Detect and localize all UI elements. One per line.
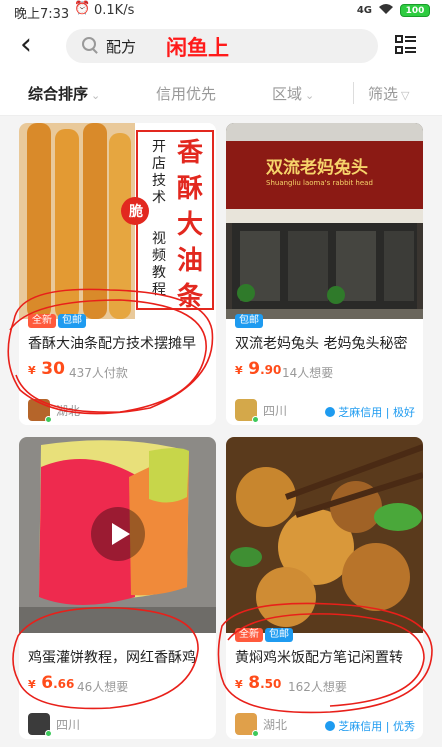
search-input[interactable]: 配方 闲鱼上 xyxy=(66,29,378,63)
price-integer: 9 xyxy=(248,359,261,379)
price-integer: 8 xyxy=(248,673,261,693)
filter-bar: 综合排序 ⌄ 信用优先 区域 ⌄ 筛选 ▽ xyxy=(0,70,442,116)
product-tags: 全新 包邮 xyxy=(235,628,293,642)
seller-info: 湖北 xyxy=(235,713,288,737)
search-query: 配方 xyxy=(106,38,137,56)
status-bar: 晚上7:33 ⏰ 0.1K/s 4G 100 xyxy=(0,0,442,22)
chevron-down-icon: ⌄ xyxy=(91,89,101,102)
tag-free-shipping: 包邮 xyxy=(235,314,263,328)
search-results-page: 晚上7:33 ⏰ 0.1K/s 4G 100 ‹ 配方 闲鱼上 综合排序 ⌄ 信… xyxy=(0,0,442,747)
product-tags: 全新 包邮 xyxy=(28,314,86,328)
filter-tab-filter[interactable]: 筛选 ▽ xyxy=(368,83,409,104)
back-arrow-icon[interactable]: ‹ xyxy=(20,30,32,60)
filter-label: 区域 xyxy=(272,85,303,103)
status-time: 晚上7:33 xyxy=(14,7,70,22)
funnel-icon: ▽ xyxy=(401,89,410,102)
filter-tab-region[interactable]: 区域 ⌄ xyxy=(272,83,314,104)
credit-badge: 芝麻信用 | 极好 xyxy=(325,404,415,420)
sold-count: 437人付款 xyxy=(69,366,128,380)
status-icons: 4G 100 xyxy=(357,3,430,18)
search-header: ‹ 配方 闲鱼上 xyxy=(0,22,442,70)
product-image xyxy=(226,437,423,633)
product-image: 双流老妈兔头 Shuangliu laoma's rabbit head xyxy=(226,123,423,319)
filter-tab-sort[interactable]: 综合排序 ⌄ xyxy=(28,83,100,104)
seller-location: 湖北 xyxy=(263,717,288,732)
divider xyxy=(353,82,354,104)
banner-text-left-a: 开店技术 xyxy=(152,139,166,206)
product-title: 香酥大油条配方技术摆摊早 xyxy=(28,336,196,352)
product-price: ¥ 8.50 xyxy=(235,673,282,693)
seller-info: 湖北 xyxy=(28,399,81,423)
credit-badge: 芝麻信用 | 优秀 xyxy=(325,718,415,734)
product-card[interactable]: 鸡蛋灌饼教程，网红香酥鸡 ¥ 6.66 46人想要 四川 xyxy=(19,437,216,739)
product-title: 双流老妈兔头 老妈兔头秘密 xyxy=(235,336,408,352)
seller-info: 四川 xyxy=(235,399,288,423)
search-icon xyxy=(82,37,96,51)
filter-label: 信用优先 xyxy=(156,85,217,103)
seller-location: 湖北 xyxy=(56,403,81,418)
product-title: 黄焖鸡米饭配方笔记闲置转 xyxy=(235,650,403,666)
product-tags: 包邮 xyxy=(235,314,263,328)
product-card[interactable]: 双流老妈兔头 Shuangliu laoma's rabbit head 包邮 … xyxy=(226,123,423,425)
product-card[interactable]: 全新 包邮 黄焖鸡米饭配方笔记闲置转 ¥ 8.50 162人想要 湖北 芝麻信用… xyxy=(226,437,423,739)
tag-new: 全新 xyxy=(235,628,263,642)
sesame-credit-icon xyxy=(325,407,336,417)
tag-free-shipping: 包邮 xyxy=(58,314,86,328)
product-price: ¥ 30 xyxy=(28,359,65,379)
avatar xyxy=(28,713,52,737)
credit-text: 芝麻信用 | 极好 xyxy=(338,406,415,419)
overlay-annotation-text: 闲鱼上 xyxy=(166,36,229,60)
list-view-toggle-icon[interactable] xyxy=(395,34,417,56)
want-count: 14人想要 xyxy=(282,366,334,380)
alarm-icon: ⏰ xyxy=(74,1,91,16)
seller-location: 四川 xyxy=(263,403,288,418)
want-count: 46人想要 xyxy=(77,680,129,694)
sesame-credit-icon xyxy=(325,721,336,731)
price-integer: 6 xyxy=(41,673,54,693)
avatar xyxy=(235,713,259,737)
credit-text: 芝麻信用 | 优秀 xyxy=(338,720,415,733)
tag-free-shipping: 包邮 xyxy=(265,628,293,642)
price-decimal: .90 xyxy=(260,363,282,377)
banner-badge: 脆 xyxy=(129,204,143,220)
product-price: ¥ 9.90 xyxy=(235,359,282,379)
price-decimal: .66 xyxy=(53,677,75,691)
filter-label: 综合排序 xyxy=(28,85,89,103)
wifi-icon xyxy=(378,3,394,18)
seller-location: 四川 xyxy=(56,717,81,732)
battery-icon: 100 xyxy=(400,4,430,17)
chevron-down-icon: ⌄ xyxy=(305,89,315,102)
filter-label: 筛选 xyxy=(368,85,399,103)
network-speed: 0.1K/s xyxy=(94,3,135,18)
banner-text-left-b: 视频教程 xyxy=(152,231,166,298)
price-decimal: .50 xyxy=(260,677,282,691)
product-image xyxy=(19,437,216,633)
filter-tab-credit[interactable]: 信用优先 xyxy=(156,83,216,104)
storefront-subtitle: Shuangliu laoma's rabbit head xyxy=(266,179,373,187)
product-image: 脆 开店技术 视频教程 香酥大油条 xyxy=(19,123,216,319)
product-price: ¥ 6.66 xyxy=(28,673,75,693)
want-count: 162人想要 xyxy=(288,680,347,694)
signal-icon: 4G xyxy=(356,5,372,16)
product-title: 鸡蛋灌饼教程，网红香酥鸡 xyxy=(28,650,196,666)
price-integer: 30 xyxy=(41,359,65,379)
avatar xyxy=(235,399,259,423)
avatar xyxy=(28,399,52,423)
tag-new: 全新 xyxy=(28,314,56,328)
storefront-sign: 双流老妈兔头 xyxy=(266,158,368,178)
seller-info: 四川 xyxy=(28,713,81,737)
product-card[interactable]: 脆 开店技术 视频教程 香酥大油条 全新 包邮 香酥大油条配方技术摆摊早 ¥ 3… xyxy=(19,123,216,425)
video-play-button[interactable] xyxy=(91,507,145,561)
banner-text-big: 香酥大油条 xyxy=(177,138,204,312)
